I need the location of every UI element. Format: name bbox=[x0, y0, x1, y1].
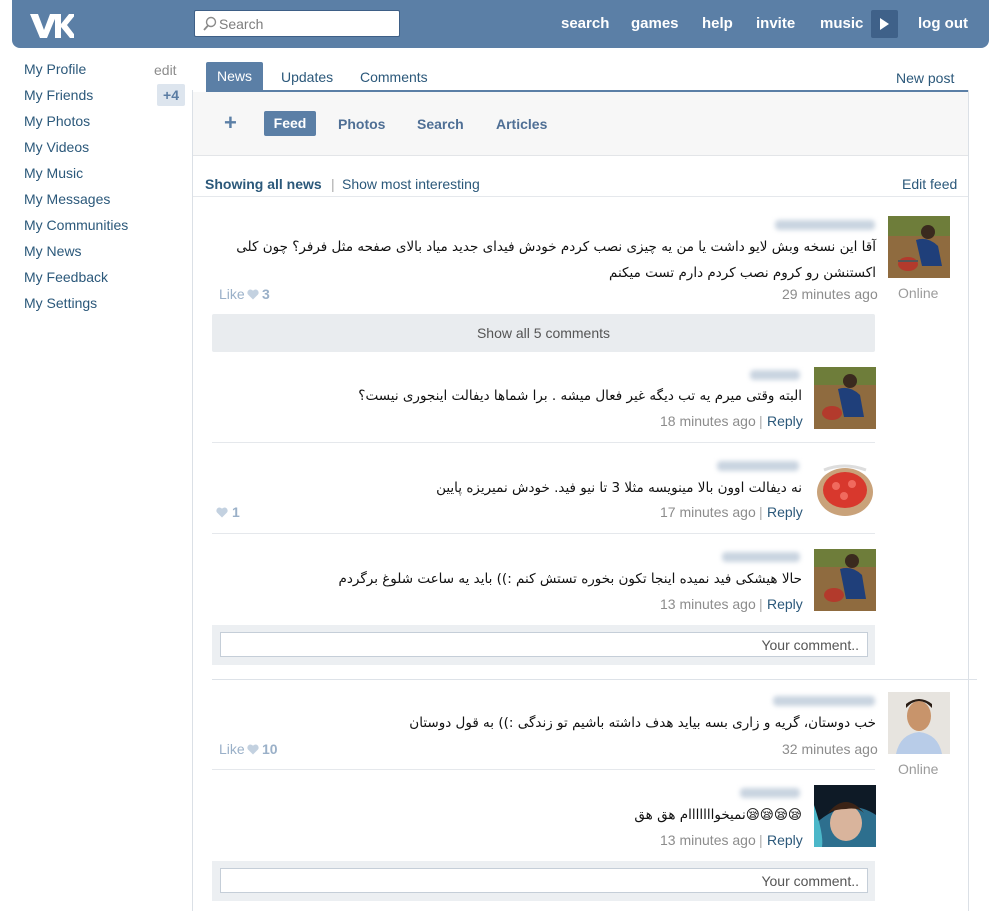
filter-tab-photos[interactable]: Photos bbox=[338, 116, 385, 132]
online-status: Online bbox=[898, 761, 939, 777]
divider bbox=[193, 196, 968, 197]
sidebar-item-my-friends[interactable]: My Friends bbox=[24, 87, 93, 103]
sidebar-item-my-videos[interactable]: My Videos bbox=[24, 139, 89, 155]
sidebar-item-my-settings[interactable]: My Settings bbox=[24, 295, 97, 311]
reply-link[interactable]: Reply bbox=[767, 832, 803, 848]
comment-timestamp[interactable]: 17 minutes ago bbox=[660, 504, 756, 520]
post-timestamp[interactable]: 32 minutes ago bbox=[782, 741, 878, 757]
comment-input[interactable] bbox=[221, 869, 867, 892]
comment-text: البته وقتی میرم یه تب دیگه غیر فعال میشه… bbox=[358, 388, 802, 404]
author-name[interactable] bbox=[773, 696, 875, 706]
author-name[interactable] bbox=[775, 220, 875, 230]
tab-updates[interactable]: Updates bbox=[281, 69, 333, 85]
comment-timestamp[interactable]: 18 minutes ago bbox=[660, 413, 756, 429]
like-count[interactable]: 3 bbox=[262, 286, 270, 302]
avatar[interactable] bbox=[814, 367, 876, 429]
friends-badge[interactable]: +4 bbox=[157, 84, 185, 106]
comment-field[interactable] bbox=[220, 632, 868, 657]
avatar[interactable] bbox=[888, 692, 950, 754]
separator: | bbox=[759, 413, 763, 429]
new-post-link[interactable]: New post bbox=[896, 70, 954, 86]
nav-search-link[interactable]: search bbox=[561, 15, 609, 32]
edit-feed-link[interactable]: Edit feed bbox=[902, 176, 957, 192]
search-icon bbox=[203, 16, 217, 31]
comment-text: نه دیفالت اوون بالا مینویسه مثلا 3 تا نی… bbox=[436, 480, 802, 496]
tab-news[interactable]: News bbox=[206, 62, 263, 91]
sidebar-item-my-profile[interactable]: My Profile bbox=[24, 61, 86, 77]
comment-input[interactable] bbox=[221, 633, 867, 656]
add-filter-button[interactable]: + bbox=[224, 112, 237, 134]
reply-link[interactable]: Reply bbox=[767, 596, 803, 612]
feed-head-separator: | bbox=[331, 176, 335, 192]
comment-timestamp[interactable]: 13 minutes ago bbox=[660, 832, 756, 848]
sidebar-item-my-messages[interactable]: My Messages bbox=[24, 191, 110, 207]
author-name[interactable] bbox=[722, 552, 800, 562]
post-timestamp[interactable]: 29 minutes ago bbox=[782, 286, 878, 302]
filter-tab-feed[interactable]: Feed bbox=[264, 111, 316, 136]
reply-link[interactable]: Reply bbox=[767, 504, 803, 520]
nav-help-link[interactable]: help bbox=[702, 15, 733, 32]
sidebar-item-my-music[interactable]: My Music bbox=[24, 165, 83, 181]
heart-icon bbox=[216, 507, 228, 518]
avatar[interactable] bbox=[814, 549, 876, 611]
author-name[interactable] bbox=[750, 370, 800, 380]
search-field[interactable] bbox=[194, 10, 400, 37]
divider bbox=[212, 442, 875, 443]
heart-icon bbox=[247, 289, 259, 300]
show-all-comments-button[interactable]: Show all 5 comments bbox=[212, 314, 875, 352]
comment-box bbox=[212, 625, 875, 665]
play-icon bbox=[880, 18, 889, 30]
reply-link[interactable]: Reply bbox=[767, 413, 803, 429]
filter-tab-articles[interactable]: Articles bbox=[496, 116, 547, 132]
author-name[interactable] bbox=[740, 788, 800, 798]
comment-field[interactable] bbox=[220, 868, 868, 893]
comment-text: 😪😪😪😪نمیخوااااااام هق هق bbox=[634, 807, 802, 823]
online-status: Online bbox=[898, 285, 939, 301]
nav-games-link[interactable]: games bbox=[631, 15, 679, 32]
divider bbox=[212, 533, 875, 534]
like-count[interactable]: 1 bbox=[232, 504, 240, 520]
showing-all-news[interactable]: Showing all news bbox=[205, 176, 322, 192]
heart-icon bbox=[247, 744, 259, 755]
nav-music-link[interactable]: music bbox=[820, 15, 863, 32]
avatar[interactable] bbox=[888, 216, 950, 278]
comment-text: حالا هیشکی فید نمیده اینجا تکون بخوره تس… bbox=[338, 571, 803, 587]
sidebar-item-my-communities[interactable]: My Communities bbox=[24, 217, 128, 233]
search-input[interactable] bbox=[219, 14, 395, 34]
avatar[interactable] bbox=[814, 458, 876, 520]
like-count[interactable]: 10 bbox=[262, 741, 278, 757]
avatar[interactable] bbox=[814, 785, 876, 847]
post-divider bbox=[212, 679, 977, 680]
music-play-button[interactable] bbox=[871, 10, 898, 38]
author-name[interactable] bbox=[717, 461, 799, 471]
sidebar-item-my-news[interactable]: My News bbox=[24, 243, 82, 259]
profile-edit-link[interactable]: edit bbox=[154, 62, 177, 78]
nav-invite-link[interactable]: invite bbox=[756, 15, 795, 32]
comment-timestamp[interactable]: 13 minutes ago bbox=[660, 596, 756, 612]
sidebar-item-my-photos[interactable]: My Photos bbox=[24, 113, 90, 129]
like-button[interactable]: Like bbox=[219, 286, 245, 302]
like-button[interactable]: Like bbox=[219, 741, 245, 757]
sidebar-item-my-feedback[interactable]: My Feedback bbox=[24, 269, 108, 285]
logout-link[interactable]: log out bbox=[918, 15, 968, 32]
divider bbox=[212, 769, 875, 770]
separator: | bbox=[759, 832, 763, 848]
show-most-interesting-link[interactable]: Show most interesting bbox=[342, 176, 480, 192]
top-bar: search games help invite music log out bbox=[12, 0, 989, 48]
post-text: خب دوستان، گریه و زاری بسه بیاید هدف داش… bbox=[409, 715, 876, 731]
separator: | bbox=[759, 596, 763, 612]
separator: | bbox=[759, 504, 763, 520]
tab-comments[interactable]: Comments bbox=[360, 69, 428, 85]
filter-tab-search[interactable]: Search bbox=[417, 116, 464, 132]
post-text: آقا این نسخه وبش لایو داشت یا من یه چیزی… bbox=[236, 239, 876, 281]
comment-box bbox=[212, 861, 875, 901]
vk-logo-icon[interactable] bbox=[28, 8, 74, 40]
